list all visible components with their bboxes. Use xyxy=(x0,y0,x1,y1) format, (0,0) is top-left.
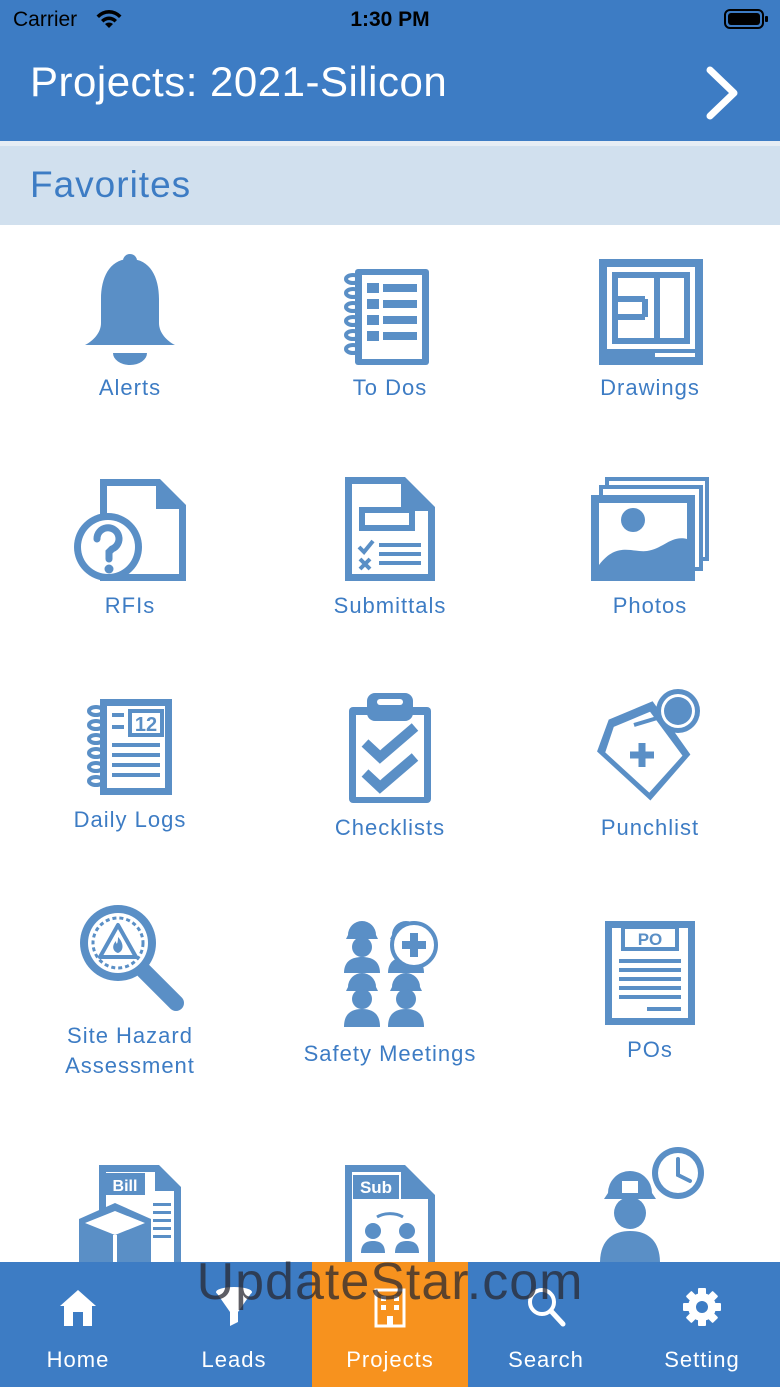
tab-label: Setting xyxy=(664,1347,740,1372)
svg-text:Bill: Bill xyxy=(113,1178,138,1195)
tile-label: To Dos xyxy=(352,375,428,400)
tile-label: Alerts xyxy=(98,375,162,400)
tile-label: Safety Meetings xyxy=(303,1041,477,1066)
tile-alerts[interactable]: Alerts xyxy=(0,253,260,403)
tab-label: Leads xyxy=(201,1347,267,1372)
tab-label: Projects xyxy=(346,1347,434,1372)
tile-checklists[interactable]: Checklists xyxy=(260,685,520,843)
favorites-header: Favorites xyxy=(0,141,780,225)
po-icon: PO xyxy=(605,921,695,1025)
tile-site-hazard[interactable]: Site Hazard Assessment xyxy=(0,901,260,1081)
svg-text:Sub: Sub xyxy=(360,1178,392,1197)
section-title: Favorites xyxy=(30,164,192,205)
home-icon xyxy=(60,1290,96,1326)
tile-label: Punchlist xyxy=(600,815,700,840)
navigation-bar: Carrier 1:30 PM Projects: 2021-Silicon xyxy=(0,0,780,141)
tile-rfis[interactable]: RFIs xyxy=(0,475,260,621)
tab-leads[interactable]: Leads xyxy=(156,1262,312,1387)
tile-timesheets[interactable] xyxy=(520,1143,780,1262)
daily-logs-icon: 12 xyxy=(87,699,172,795)
tab-bar: Home Leads Projects Search Setting xyxy=(0,1262,780,1387)
tile-bills[interactable]: Bill xyxy=(0,1163,260,1262)
tile-label: Daily Logs xyxy=(73,807,187,832)
funnel-icon xyxy=(216,1287,252,1326)
tile-label: Submittals xyxy=(333,593,447,618)
tile-subcontracts[interactable]: Sub xyxy=(260,1163,520,1262)
drawings-icon xyxy=(599,259,703,365)
page-title: Projects: 2021-Silicon xyxy=(30,58,448,105)
tile-label: Drawings xyxy=(600,375,700,400)
gear-icon xyxy=(683,1288,721,1326)
bell-icon xyxy=(85,254,175,365)
tile-label: RFIs xyxy=(104,593,156,618)
tile-punchlist[interactable]: Punchlist xyxy=(520,685,780,843)
tile-label: Site Hazard Assessment xyxy=(65,1023,195,1078)
todo-list-icon xyxy=(344,269,429,365)
punchlist-icon xyxy=(597,689,700,801)
submittals-icon xyxy=(345,477,435,581)
battery-icon xyxy=(724,8,770,35)
clock: 1:30 PM xyxy=(350,8,430,31)
site-hazard-icon xyxy=(80,905,184,1011)
tile-photos[interactable]: Photos xyxy=(520,475,780,621)
tile-daily-logs[interactable]: 12 Daily Logs xyxy=(0,685,260,835)
tile-label: POs xyxy=(627,1037,673,1062)
tile-safety-meetings[interactable]: Safety Meetings xyxy=(260,915,520,1069)
timesheets-icon xyxy=(600,1147,704,1262)
safety-meetings-icon xyxy=(344,921,438,1027)
tile-drawings[interactable]: Drawings xyxy=(520,253,780,403)
building-icon xyxy=(374,1288,406,1328)
rfi-icon xyxy=(74,479,186,581)
bills-icon: Bill xyxy=(79,1165,181,1262)
tab-projects[interactable]: Projects xyxy=(312,1262,468,1387)
search-icon xyxy=(528,1288,566,1327)
tile-label: Photos xyxy=(612,593,688,618)
svg-text:12: 12 xyxy=(135,714,157,736)
svg-text:PO: PO xyxy=(638,930,663,949)
tile-todos[interactable]: To Dos xyxy=(260,253,520,403)
subcontracts-icon: Sub xyxy=(345,1165,435,1262)
status-bar: Carrier 1:30 PM xyxy=(0,0,780,40)
tab-label: Search xyxy=(508,1347,584,1372)
favorites-grid: Alerts To Dos Drawings RFIs Submittals P… xyxy=(0,225,780,1262)
tab-search[interactable]: Search xyxy=(468,1262,624,1387)
tile-label: Checklists xyxy=(334,815,446,840)
tab-label: Home xyxy=(46,1347,110,1372)
tile-submittals[interactable]: Submittals xyxy=(260,475,520,621)
photos-icon xyxy=(591,477,709,581)
chevron-right-icon[interactable] xyxy=(700,66,742,125)
tab-setting[interactable]: Setting xyxy=(624,1262,780,1387)
checklists-icon xyxy=(349,693,431,803)
tile-pos[interactable]: PO POs xyxy=(520,919,780,1065)
tab-home[interactable]: Home xyxy=(0,1262,156,1387)
